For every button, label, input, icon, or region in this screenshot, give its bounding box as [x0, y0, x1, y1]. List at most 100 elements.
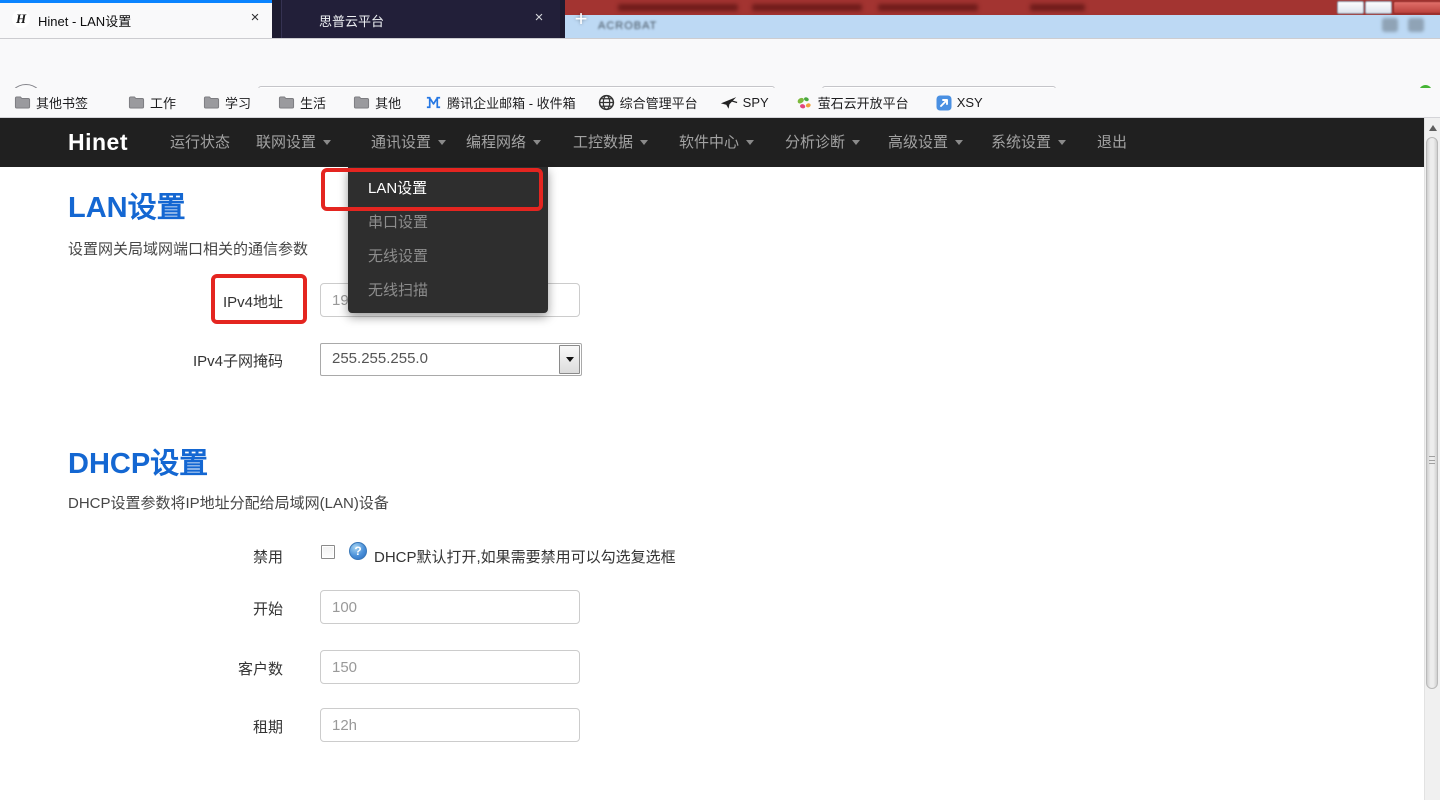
chevron-down-icon — [955, 140, 963, 145]
lan-section-title: LAN设置 — [68, 184, 186, 226]
select-dropdown-button[interactable] — [559, 345, 580, 374]
site-favicon: H — [12, 10, 30, 28]
dhcp-section-title: DHCP设置 — [68, 440, 208, 482]
ribbon-label: ACROBAT — [598, 20, 657, 32]
tab-title: 思普云平台 — [319, 11, 384, 30]
firefox-tab-strip: H Hinet - LAN设置 × 思普云平台 × — [0, 0, 565, 38]
xsy-arrow-icon — [936, 95, 952, 111]
bookmark-folder-work[interactable]: 工作 — [128, 93, 176, 112]
nav-industrial-data[interactable]: 工控数据 — [573, 118, 648, 167]
active-tab-stripe — [0, 0, 272, 3]
scrollbar-grip — [1429, 456, 1435, 464]
web-page: Hinet 运行状态 联网设置 通讯设置 编程网络 工控数据 软件中心 分析诊断… — [0, 118, 1424, 800]
help-icon: ? — [349, 542, 367, 560]
nav-system-settings[interactable]: 系统设置 — [991, 118, 1066, 167]
bookmark-label: 综合管理平台 — [620, 93, 698, 112]
bookmark-label: 其他书签 — [36, 93, 88, 112]
bookmark-mgmt-platform[interactable]: 综合管理平台 — [598, 93, 698, 112]
nav-analysis-diagnosis[interactable]: 分析诊断 — [785, 118, 860, 167]
lan-section-desc: 设置网关局域网端口相关的通信参数 — [68, 238, 308, 259]
nav-run-status[interactable]: 运行状态 — [170, 118, 230, 167]
annotation-box-ipv4-label — [211, 274, 307, 324]
dhcp-leasetime-input[interactable] — [320, 708, 580, 742]
chevron-down-icon — [533, 140, 541, 145]
bookmark-tencent-mail[interactable]: 腾讯企业邮箱 - 收件箱 — [425, 93, 576, 112]
site-logo[interactable]: Hinet — [68, 129, 128, 156]
bookmark-folder-life[interactable]: 生活 — [278, 93, 326, 112]
minimize-button[interactable] — [1337, 1, 1364, 14]
close-tab-icon[interactable]: × — [530, 9, 548, 27]
dhcp-leasetime-label: 租期 — [68, 716, 283, 737]
tencent-mail-icon — [425, 95, 442, 110]
dhcp-start-label: 开始 — [68, 598, 283, 619]
nav-comm-settings[interactable]: 通讯设置 — [371, 118, 446, 167]
nav-advanced-settings[interactable]: 高级设置 — [888, 118, 963, 167]
dhcp-disable-checkbox[interactable] — [321, 545, 335, 559]
blurred-icon — [1408, 18, 1424, 32]
tab-bar: ACROBAT H Hinet - LAN设置 × 思普云平台 × + — [0, 0, 1440, 38]
tab-active[interactable]: H Hinet - LAN设置 × — [0, 0, 272, 38]
chevron-down-icon — [566, 357, 574, 362]
dhcp-limit-input[interactable] — [320, 650, 580, 684]
bookmark-label: 生活 — [300, 93, 326, 112]
nav-logout[interactable]: 退出 — [1097, 118, 1127, 167]
bookmark-label: XSY — [957, 95, 983, 110]
new-tab-button[interactable]: + — [568, 5, 594, 33]
dropdown-item-wireless[interactable]: 无线设置 — [348, 240, 548, 274]
chevron-down-icon — [438, 140, 446, 145]
bookmark-label: 萤石云开放平台 — [818, 93, 909, 112]
dhcp-start-input[interactable] — [320, 590, 580, 624]
bookmark-spy[interactable]: SPY — [720, 95, 769, 110]
chevron-down-icon — [1058, 140, 1066, 145]
bookmark-folder-other-bookmarks[interactable]: 其他书签 — [14, 93, 88, 112]
blurred-title-text — [878, 4, 978, 11]
nav-network-settings[interactable]: 联网设置 — [256, 118, 331, 167]
bookmark-label: SPY — [743, 95, 769, 110]
bookmarks-bar: 其他书签 工作 学习 生活 其他 腾讯企业邮箱 - 收件箱 综合管理平台 SPY… — [0, 88, 1440, 118]
chevron-down-icon — [852, 140, 860, 145]
selected-netmask: 255.255.255.0 — [332, 350, 428, 367]
browser-toolbar: 192.168.9.99/cgi-bin/luci/;stok=027414 — [0, 38, 1440, 88]
bookmark-label: 腾讯企业邮箱 - 收件箱 — [447, 93, 576, 112]
bookmark-folder-misc[interactable]: 其他 — [353, 93, 401, 112]
bookmark-ezviz[interactable]: 萤石云开放平台 — [796, 93, 909, 112]
background-window: ACROBAT — [560, 0, 1440, 38]
bookmark-folder-study[interactable]: 学习 — [203, 93, 251, 112]
scroll-up-arrow-icon[interactable] — [1429, 125, 1437, 131]
bookmark-xsy[interactable]: XSY — [936, 95, 983, 111]
nav-programming-network[interactable]: 编程网络 — [466, 118, 541, 167]
background-window-titlebar — [560, 0, 1440, 15]
blurred-title-text — [618, 4, 738, 11]
bookmark-label: 学习 — [225, 93, 251, 112]
globe-icon — [598, 94, 615, 111]
tab-inactive[interactable]: 思普云平台 × — [281, 0, 560, 38]
bookmark-label: 工作 — [150, 93, 176, 112]
ipv4-netmask-select[interactable]: 255.255.255.0 — [320, 343, 582, 376]
bookmark-label: 其他 — [375, 93, 401, 112]
dropdown-item-wireless-scan[interactable]: 无线扫描 — [348, 274, 548, 308]
annotation-box-lan-item — [321, 168, 543, 211]
scrollbar-thumb[interactable] — [1426, 137, 1438, 689]
dhcp-disable-label: 禁用 — [68, 546, 283, 567]
close-button[interactable] — [1393, 1, 1440, 14]
chevron-down-icon — [746, 140, 754, 145]
chevron-down-icon — [640, 140, 648, 145]
page-scrollbar[interactable] — [1424, 118, 1440, 800]
tab-title: Hinet - LAN设置 — [38, 11, 131, 30]
background-window-ribbon: ACROBAT — [560, 15, 1440, 38]
folder-icon — [14, 95, 31, 110]
folder-icon — [128, 95, 145, 110]
blurred-icon — [1382, 18, 1398, 32]
folder-icon — [353, 95, 370, 110]
dhcp-disable-hint: DHCP默认打开,如果需要禁用可以勾选复选框 — [374, 546, 676, 567]
nav-software-center[interactable]: 软件中心 — [679, 118, 754, 167]
plane-icon — [720, 95, 738, 110]
dropdown-item-serial[interactable]: 串口设置 — [348, 206, 548, 240]
maximize-button[interactable] — [1365, 1, 1392, 14]
close-tab-icon[interactable]: × — [246, 9, 264, 27]
blurred-title-text — [1030, 4, 1085, 11]
blurred-title-text — [752, 4, 862, 11]
ipv4-netmask-label: IPv4子网掩码 — [68, 350, 283, 371]
dhcp-limit-label: 客户数 — [68, 658, 283, 679]
site-navbar: Hinet 运行状态 联网设置 通讯设置 编程网络 工控数据 软件中心 分析诊断… — [0, 118, 1424, 167]
